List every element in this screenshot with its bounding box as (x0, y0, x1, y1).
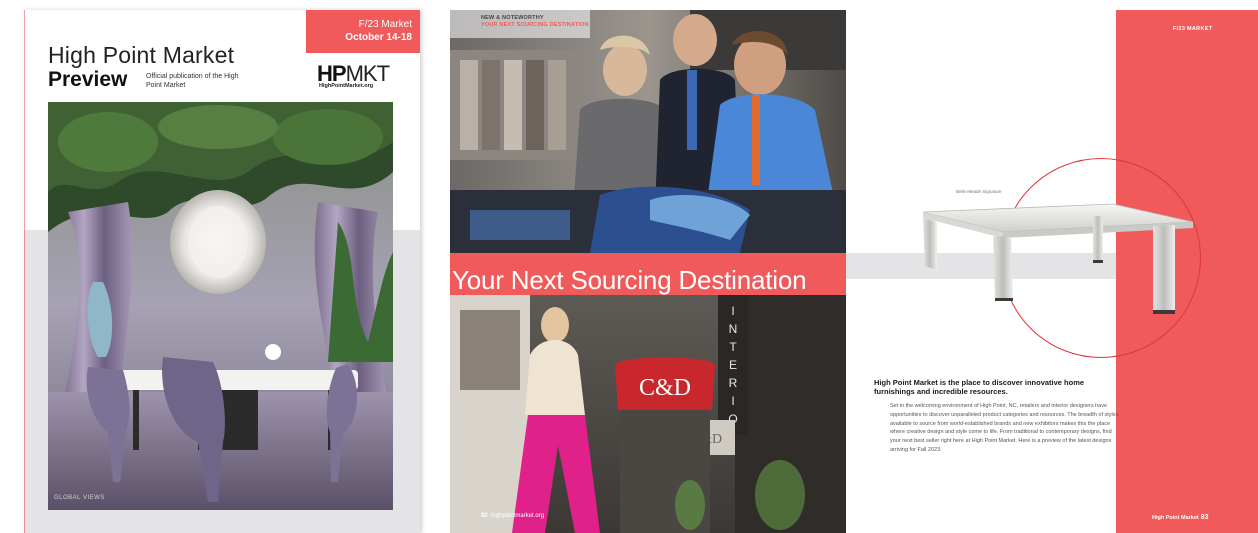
cover-edge-line (24, 10, 25, 533)
folio-url: highpointmarket.org (491, 513, 545, 519)
banner-letter-e: E (729, 358, 737, 372)
storefront-sign-cd: C&D (639, 375, 691, 401)
section-kicker: NEW & NOTEWORTHY (481, 15, 544, 21)
folio-left: 82 highpointmarket.org (481, 513, 544, 519)
body-heading: High Point Market is the place to discov… (874, 378, 1085, 396)
hpmkt-url: HighPointMarket.org (319, 83, 374, 89)
photo-street-storefront: I N T E R I O C&D C&D (450, 295, 846, 533)
cover-photo-illustration (48, 102, 393, 510)
spread-headline: Your Next Sourcing Destination (452, 265, 807, 295)
photo-storefront-illustration: I N T E R I O C&D C&D (450, 295, 846, 533)
banner-letter-i: I (731, 304, 734, 318)
spread-page-right: F/23 MARKET Belle Meade Signature High P… (846, 10, 1258, 533)
section-tag: NEW & NOTEWORTHY YOUR NEXT SOURCING DEST… (450, 10, 590, 38)
body-text: Set in the welcoming environment of High… (890, 403, 1119, 453)
cover-photo-dining-room (48, 102, 393, 510)
photo-shoppers-fabric: NEW & NOTEWORTHY YOUR NEXT SOURCING DEST… (450, 10, 846, 253)
banner-letter-r: R (729, 376, 738, 390)
section-kicker-sub: YOUR NEXT SOURCING DESTINATION (481, 22, 589, 28)
product-table-illustration (922, 203, 1194, 314)
cover-market-label: F/23 Market (358, 19, 412, 30)
cover-title-preview: Preview (48, 68, 128, 91)
banner-letter-t: T (729, 340, 737, 354)
right-market-label: F/23 MARKET (1173, 26, 1213, 32)
page-number-right: 83 (1200, 514, 1209, 521)
folio-label: High Point Market (1152, 515, 1199, 521)
cover-photo-credit: GLOBAL VIEWS (54, 495, 105, 501)
spread-page-left: NEW & NOTEWORTHY YOUR NEXT SOURCING DEST… (450, 10, 846, 533)
page-number-left: 82 (481, 513, 488, 519)
banner-letter-n: N (729, 322, 738, 336)
product-caption: Belle Meade Signature (956, 189, 1002, 194)
banner-letter-i2: I (731, 394, 734, 408)
cover-subtitle: Official publication of the High Point M… (146, 73, 239, 89)
cover-market-badge: F/23 Market October 14-18 (306, 10, 420, 53)
cover-market-dates: October 14-18 (345, 32, 412, 43)
magazine-cover: High Point Market Preview Official publi… (24, 10, 420, 533)
folio-right: High Point Market 83 (1152, 514, 1209, 521)
cover-title: High Point Market (48, 42, 235, 68)
photo-shoppers-illustration (450, 10, 846, 253)
